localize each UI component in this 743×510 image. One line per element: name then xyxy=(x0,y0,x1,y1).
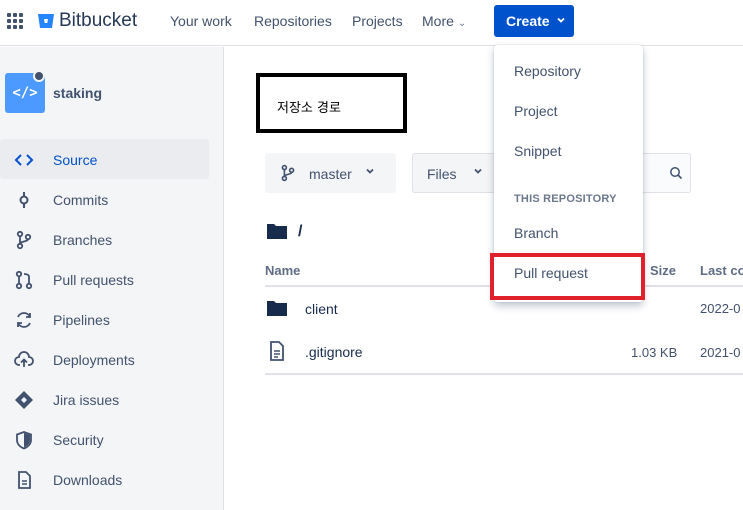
brand-name[interactable]: Bitbucket xyxy=(59,10,137,32)
menu-item-branch[interactable]: Branch xyxy=(514,225,558,241)
chevron-down-icon xyxy=(557,17,565,23)
column-header-name[interactable]: Name xyxy=(265,263,300,278)
row-date: 2021-0 xyxy=(700,345,741,360)
menu-item-repository[interactable]: Repository xyxy=(514,63,581,79)
annotation-box: 저장소 경로 xyxy=(256,73,407,133)
sidebar-item-security[interactable]: Security xyxy=(0,419,209,459)
breadcrumb-path[interactable]: / xyxy=(298,223,302,241)
sidebar-item-branches[interactable]: Branches xyxy=(0,219,209,259)
file-search-input[interactable] xyxy=(640,153,691,193)
menu-item-project[interactable]: Project xyxy=(514,103,558,119)
bitbucket-logo-icon[interactable] xyxy=(37,12,55,30)
sidebar-item-label: Downloads xyxy=(53,472,123,488)
sidebar-item-commits[interactable]: Commits xyxy=(0,179,209,219)
cloud-upload-icon xyxy=(14,351,34,367)
repo-name[interactable]: staking xyxy=(53,85,102,101)
sidebar-item-label: Jira issues xyxy=(53,392,120,408)
branch-icon xyxy=(16,230,32,250)
top-navigation: Bitbucket Your work Repositories Project… xyxy=(0,0,743,46)
chevron-down-icon xyxy=(474,168,482,174)
nav-projects[interactable]: Projects xyxy=(352,13,403,29)
sidebar-item-label: Source xyxy=(53,152,98,168)
pull-request-icon xyxy=(15,270,33,290)
sidebar-item-label: Pull requests xyxy=(53,272,134,288)
sidebar-item-label: Deployments xyxy=(53,352,135,368)
table-bottom-divider xyxy=(265,373,743,375)
create-button-label: Create xyxy=(506,13,550,29)
commit-icon xyxy=(19,192,29,208)
nav-more-label: More xyxy=(422,13,454,29)
sidebar-item-downloads[interactable]: Downloads xyxy=(0,459,209,499)
row-size: 1.03 KB xyxy=(631,345,678,360)
branch-selector[interactable]: master xyxy=(265,153,396,193)
nav-more[interactable]: More ⌄ xyxy=(422,13,466,29)
lock-icon xyxy=(33,70,45,82)
app-switcher-icon[interactable] xyxy=(7,13,24,30)
sidebar-item-label: Security xyxy=(53,432,104,448)
sidebar-item-label: Commits xyxy=(53,192,109,208)
nav-your-work[interactable]: Your work xyxy=(170,13,232,29)
sidebar-item-pipelines[interactable]: Pipelines xyxy=(0,299,209,339)
highlight-annotation-box xyxy=(490,253,645,300)
menu-section-title: THIS REPOSITORY xyxy=(514,193,617,205)
folder-icon xyxy=(267,301,287,316)
row-name[interactable]: .gitignore xyxy=(305,344,363,360)
menu-item-snippet[interactable]: Snippet xyxy=(514,143,561,159)
sidebar: </> staking Source Commits Branches Pull… xyxy=(0,47,224,510)
row-date: 2022-0 xyxy=(700,301,741,316)
shield-icon xyxy=(16,431,32,450)
file-icon xyxy=(18,471,31,489)
files-label: Files xyxy=(427,166,457,182)
search-icon xyxy=(670,167,683,180)
column-header-size[interactable]: Size xyxy=(650,263,676,278)
row-name[interactable]: client xyxy=(305,301,338,317)
sidebar-item-label: Branches xyxy=(53,232,113,248)
pipelines-icon xyxy=(17,312,31,328)
jira-icon xyxy=(15,391,33,409)
sidebar-item-jira-issues[interactable]: Jira issues xyxy=(0,379,209,419)
chevron-down-icon xyxy=(366,168,374,174)
sidebar-item-source[interactable]: Source xyxy=(0,139,209,179)
annotation-text: 저장소 경로 xyxy=(277,101,341,116)
sidebar-item-deployments[interactable]: Deployments xyxy=(0,339,209,379)
sidebar-item-pull-requests[interactable]: Pull requests xyxy=(0,259,209,299)
code-icon xyxy=(14,154,34,166)
column-header-last-commit[interactable]: Last co xyxy=(700,263,743,278)
folder-icon xyxy=(267,224,287,239)
branch-name: master xyxy=(309,166,352,182)
nav-repositories[interactable]: Repositories xyxy=(254,13,332,29)
chevron-down-icon: ⌄ xyxy=(457,18,467,29)
sidebar-item-label: Pipelines xyxy=(53,312,110,328)
create-button[interactable]: Create xyxy=(494,5,574,37)
file-icon xyxy=(270,341,284,361)
branch-icon xyxy=(281,164,295,182)
